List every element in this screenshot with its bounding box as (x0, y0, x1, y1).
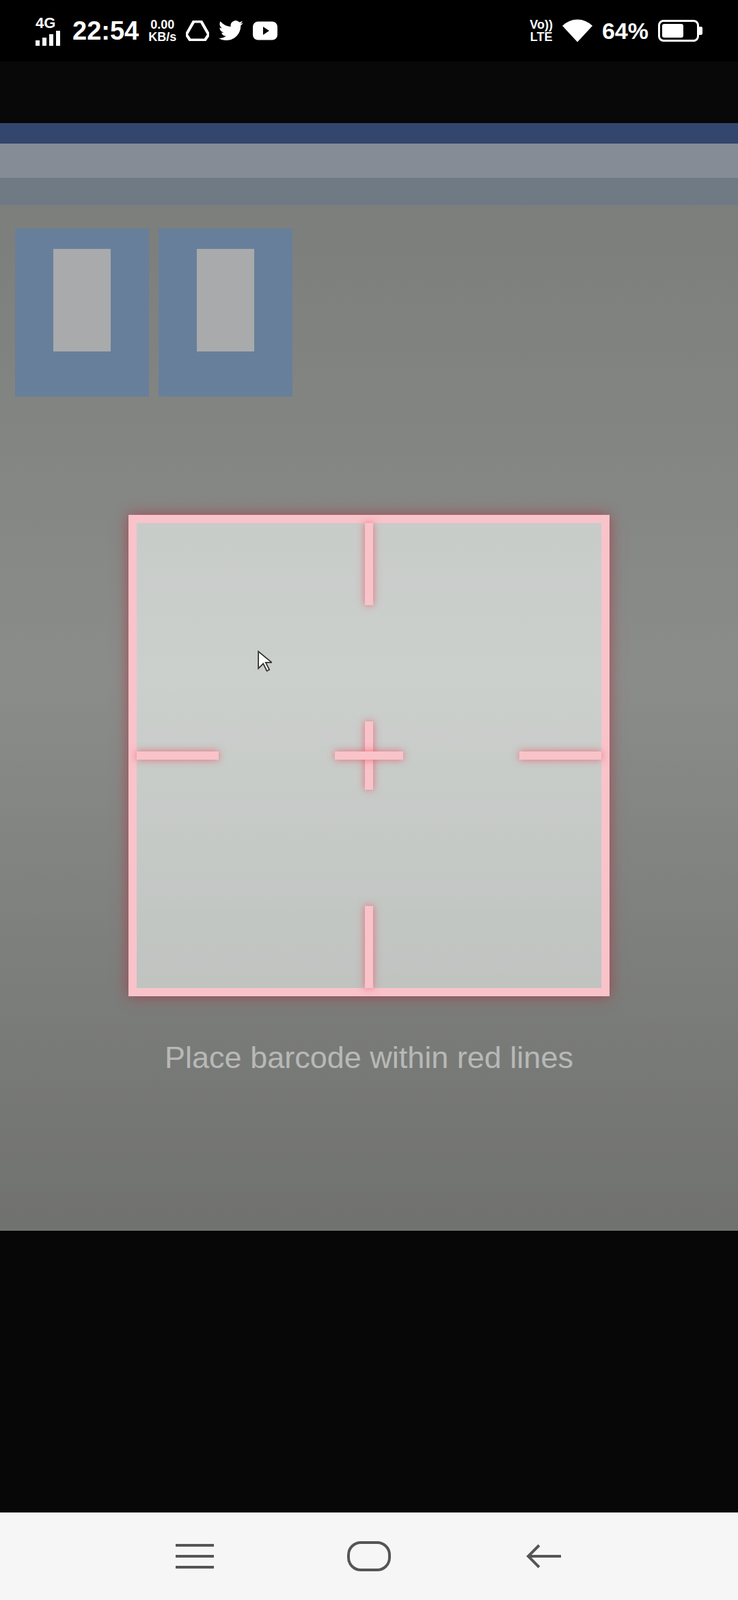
crosshair-icon (334, 720, 404, 790)
twitter-icon (218, 20, 244, 41)
scanner-overlay: Place barcode within red lines (0, 61, 738, 1512)
scan-frame (128, 514, 610, 996)
status-bar: 4G 22:54 0.00KB/s Vo))LTE 64% (0, 0, 738, 62)
menu-icon[interactable] (175, 1541, 214, 1569)
youtube-icon (252, 21, 278, 41)
signal-icon (35, 30, 63, 46)
home-icon[interactable] (347, 1540, 391, 1571)
battery-percent: 64% (602, 13, 649, 49)
phone-screen: 4G 22:54 0.00KB/s Vo))LTE 64% Place barcode w… (0, 0, 738, 1599)
back-icon[interactable] (524, 1541, 563, 1569)
wifi-icon (562, 19, 593, 43)
drive-icon (185, 20, 210, 41)
network: 4G (35, 15, 63, 46)
camera-view: Place barcode within red lines (0, 61, 738, 1512)
battery-icon (658, 19, 703, 42)
time: 22:54 (72, 11, 139, 51)
scan-hint: Place barcode within red lines (157, 1037, 581, 1077)
navigation-bar (0, 1511, 738, 1599)
cursor-icon (256, 649, 272, 672)
volte: Vo))LTE (529, 18, 553, 44)
net-speed: 0.00KB/s (148, 18, 177, 44)
